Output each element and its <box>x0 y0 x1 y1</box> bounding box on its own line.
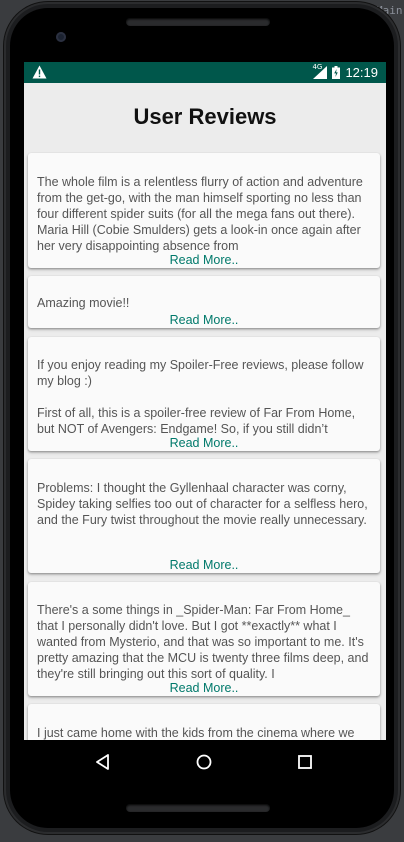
review-text: Problems: I thought the Gyllenhaal chara… <box>37 481 372 527</box>
read-more-link[interactable]: Read More.. <box>28 436 380 450</box>
review-card[interactable]: There's a some things in _Spider-Man: Fa… <box>28 582 380 696</box>
read-more-link[interactable]: Read More.. <box>28 558 380 572</box>
app-screen: 4G 12:19 User Reviews The whole film is … <box>24 62 386 782</box>
review-text: The whole film is a relentless flurry of… <box>37 175 367 253</box>
read-more-link[interactable]: Read More.. <box>28 681 380 695</box>
review-text: Amazing movie!! <box>37 296 130 310</box>
front-camera <box>56 32 66 42</box>
review-text: There's a some things in _Spider-Man: Fa… <box>37 603 372 681</box>
read-more-link[interactable]: Read More.. <box>28 313 380 327</box>
cell-signal-icon: 4G <box>312 63 328 79</box>
navigation-bar <box>24 740 386 784</box>
earpiece-speaker <box>126 18 270 26</box>
review-card[interactable]: Problems: I thought the Gyllenhaal chara… <box>28 459 380 573</box>
battery-icon <box>332 66 341 79</box>
review-card[interactable]: Amazing movie!! Read More.. <box>28 276 380 328</box>
bottom-speaker <box>126 804 270 812</box>
status-bar: 4G 12:19 <box>24 62 386 83</box>
back-icon[interactable] <box>93 752 113 772</box>
review-card[interactable]: If you enjoy reading my Spoiler-Free rev… <box>28 337 380 451</box>
status-clock: 12:19 <box>345 65 378 80</box>
read-more-link[interactable]: Read More.. <box>28 253 380 267</box>
network-type-label: 4G <box>312 63 323 71</box>
home-icon[interactable] <box>194 752 214 772</box>
warning-icon <box>32 65 47 79</box>
review-card[interactable]: The whole film is a relentless flurry of… <box>28 153 380 268</box>
recents-icon[interactable] <box>295 752 315 772</box>
page-title: User Reviews <box>133 104 277 129</box>
status-icons: 4G 12:19 <box>312 63 378 80</box>
review-text: If you enjoy reading my Spoiler-Free rev… <box>37 358 364 436</box>
